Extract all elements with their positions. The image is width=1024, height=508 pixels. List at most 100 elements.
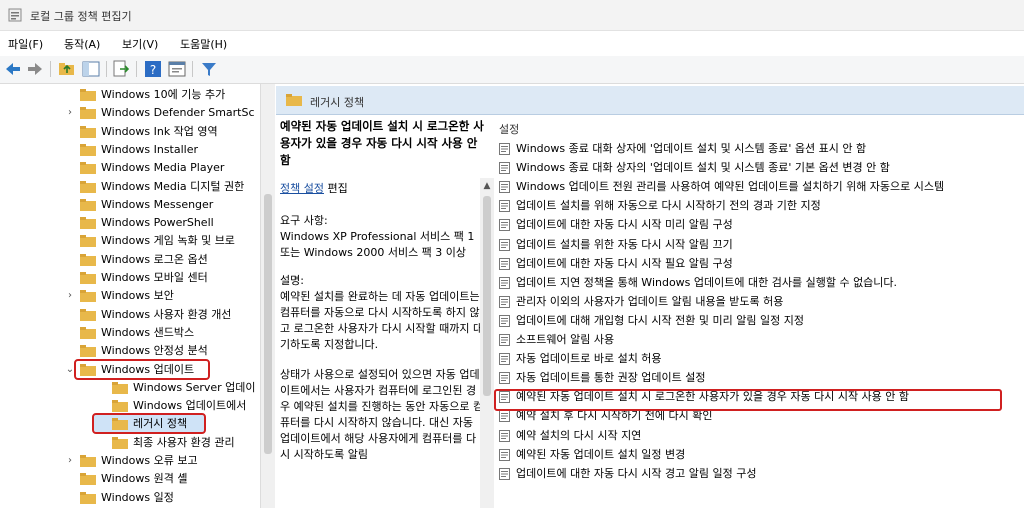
tree-item[interactable]: Windows Server 업데이 [0, 379, 258, 397]
toolbar-separator [106, 61, 107, 77]
tree-item[interactable]: Windows 일정 [0, 489, 258, 507]
tree-item-label: Windows 로그온 옵션 [101, 252, 208, 266]
tree-item[interactable]: Windows 모바일 센터 [0, 269, 258, 287]
policy-setting-label: 업데이트에 대한 자동 다시 시작 경고 알림 일정 구성 [516, 466, 757, 480]
tree-scrollbar[interactable] [261, 84, 275, 508]
expand-collapse-down-icon[interactable]: ⌄ [64, 361, 76, 379]
policy-setting-row[interactable]: 업데이트 지연 정책을 통해 Windows 업데이트에 대한 검사를 실행할 … [499, 274, 1024, 292]
tree-item-label: Windows Defender SmartSc [101, 106, 255, 120]
requirements-text: Windows XP Professional 서비스 팩 1 또는 Windo… [280, 230, 475, 259]
tree-item[interactable]: Windows 게임 녹화 및 브로 [0, 232, 258, 250]
expand-arrow-icon[interactable]: › [64, 452, 76, 470]
tree-item[interactable]: Windows Media 디지털 권한 [0, 178, 258, 196]
policy-setting-row[interactable]: 자동 업데이트로 바로 설치 허용 [499, 350, 1024, 368]
tree-scroll-thumb[interactable] [264, 194, 272, 454]
tree-item[interactable]: 레거시 정책 [0, 413, 258, 435]
description-scroll-thumb[interactable] [483, 196, 491, 396]
folder-icon [80, 326, 96, 339]
folder-icon [80, 162, 96, 175]
tree-item[interactable]: › Windows 오류 보고 [0, 452, 258, 470]
back-icon[interactable] [4, 60, 22, 78]
policy-setting-label: 자동 업데이트로 바로 설치 허용 [516, 352, 662, 366]
forward-icon[interactable] [26, 60, 44, 78]
gpedit-app-icon [8, 8, 22, 22]
help-icon[interactable]: ? [144, 60, 162, 78]
tree-item[interactable]: Windows Messenger [0, 196, 258, 214]
filter-icon[interactable] [200, 60, 218, 78]
tree-item[interactable]: › Windows Defender SmartSc [0, 104, 258, 122]
policy-setting-icon [499, 257, 510, 270]
show-hide-tree-icon[interactable] [82, 60, 100, 78]
policy-setting-row[interactable]: 업데이트 설치를 위해 자동으로 다시 시작하기 전의 경과 기한 지정 [499, 197, 1024, 215]
tree-item[interactable]: Windows 안정성 분석 [0, 342, 258, 360]
policy-setting-row[interactable]: Windows 업데이트 전원 관리를 사용하여 예약된 업데이트를 설치하기 … [499, 178, 1024, 196]
tree-item[interactable]: Windows Ink 작업 영역 [0, 123, 258, 141]
tree-item-label: Windows 샌드박스 [101, 325, 195, 339]
policy-setting-row[interactable]: 자동 업데이트를 통한 권장 업데이트 설정 [499, 369, 1024, 387]
export-list-icon[interactable] [112, 60, 130, 78]
menu-file[interactable]: 파일(F) [8, 36, 43, 52]
policy-setting-label: Windows 종료 대화 상자에 '업데이트 설치 및 시스템 종료' 옵션 … [516, 142, 867, 155]
policy-setting-label: 업데이트에 대한 자동 다시 시작 미리 알림 구성 [516, 218, 733, 232]
edit-policy-link[interactable]: 정책 설정 [280, 182, 324, 195]
tree-item[interactable]: 최종 사용자 환경 관리 [0, 434, 258, 452]
tree-item[interactable]: Windows 업데이트에서 [0, 397, 258, 415]
tree-item[interactable]: Windows 사용자 환경 개선 [0, 306, 258, 324]
description-title: 예약된 자동 업데이트 설치 시 로그온한 사용자가 있을 경우 자동 다시 시… [280, 119, 484, 167]
folder-icon [80, 143, 96, 156]
policy-setting-row[interactable]: 업데이트에 대한 자동 다시 시작 필요 알림 구성 [499, 255, 1024, 273]
tree-item-label: Windows 원격 셸 [101, 472, 188, 486]
expand-arrow-icon[interactable]: › [64, 287, 76, 305]
tree-item[interactable]: ⌄ Windows 업데이트 [0, 358, 258, 380]
tree-item[interactable]: Windows 로그온 옵션 [0, 251, 258, 269]
menu-action[interactable]: 동작(A) [64, 36, 100, 52]
tree-item-label: Windows 보안 [101, 289, 174, 303]
folder-icon [80, 180, 96, 193]
tree-item[interactable]: Windows 샌드박스 [0, 324, 258, 342]
edit-policy-suffix: 편집 [323, 182, 348, 195]
tree-item[interactable]: › Windows 보안 [0, 287, 258, 305]
tree-item-label: Windows Media 디지털 권한 [101, 179, 245, 193]
tree-item[interactable]: Windows Media Player [0, 159, 258, 177]
tree-item-label: Windows 안정성 분석 [101, 344, 208, 358]
tree-item[interactable]: Windows Installer [0, 141, 258, 159]
settings-column-header[interactable]: 설정 [499, 121, 519, 137]
policy-setting-icon [499, 181, 510, 194]
scroll-up-icon[interactable]: ▲ [480, 178, 494, 194]
policy-setting-row[interactable]: 소프트웨어 알림 사용 [499, 331, 1024, 349]
folder-icon [80, 198, 96, 211]
up-folder-icon[interactable] [58, 60, 76, 78]
tree-item-label: 레거시 정책 [133, 417, 188, 431]
tree-item-label: Windows PowerShell [101, 216, 214, 230]
policy-setting-label: 업데이트 설치를 위해 자동으로 다시 시작하기 전의 경과 기한 지정 [516, 199, 821, 213]
policy-setting-row[interactable]: 업데이트에 대해 개입형 다시 시작 전환 및 미리 알림 일정 지정 [499, 312, 1024, 330]
tree-item[interactable]: Windows PowerShell [0, 214, 258, 232]
description-text-2: 상태가 사용으로 설정되어 있으면 자동 업데이트에서는 사용자가 컴퓨터에 로… [280, 368, 484, 461]
policy-setting-row[interactable]: 예약된 자동 업데이트 설치 일정 변경 [499, 446, 1024, 464]
policy-setting-row[interactable]: Windows 종료 대화 상자의 '업데이트 설치 및 시스템 종료' 기본 … [499, 159, 1024, 177]
policy-setting-icon [499, 410, 510, 423]
menu-help[interactable]: 도움말(H) [180, 36, 227, 52]
tree-item-label: Windows 오류 보고 [101, 454, 198, 467]
tree-item[interactable]: Windows 원격 셸 [0, 470, 258, 488]
description-scrollbar[interactable]: ▲ [480, 178, 494, 508]
policy-setting-label: 업데이트 지연 정책을 통해 Windows 업데이트에 대한 검사를 실행할 … [516, 275, 898, 289]
policy-setting-row[interactable]: 업데이트에 대한 자동 다시 시작 미리 알림 구성 [499, 216, 1024, 234]
policy-setting-row[interactable]: 업데이트에 대한 자동 다시 시작 경고 알림 일정 구성 [499, 465, 1024, 483]
policy-setting-row[interactable]: 업데이트 설치를 위한 자동 다시 시작 알림 끄기 [499, 236, 1024, 254]
policy-setting-icon [499, 353, 510, 366]
expand-arrow-icon[interactable]: › [64, 104, 76, 122]
requirements-label: 요구 사항: [280, 214, 328, 227]
properties-icon[interactable] [168, 60, 186, 78]
policy-setting-row[interactable]: Windows 종료 대화 상자에 '업데이트 설치 및 시스템 종료' 옵션 … [499, 140, 1024, 158]
tree-item-label: Windows Installer [101, 142, 199, 156]
folder-icon [80, 345, 96, 358]
policy-setting-row[interactable]: 관리자 이외의 사용자가 업데이트 알림 내용을 받도록 허용 [499, 293, 1024, 311]
tree-item[interactable]: Windows 10에 기능 추가 [0, 86, 258, 104]
policy-setting-row[interactable]: 예약 설치의 다시 시작 지연 [499, 427, 1024, 445]
folder-icon [80, 107, 96, 120]
folder-icon [80, 253, 96, 266]
menu-view[interactable]: 보기(V) [122, 36, 158, 52]
toolbar-separator [50, 61, 51, 77]
folder-icon [80, 272, 96, 284]
